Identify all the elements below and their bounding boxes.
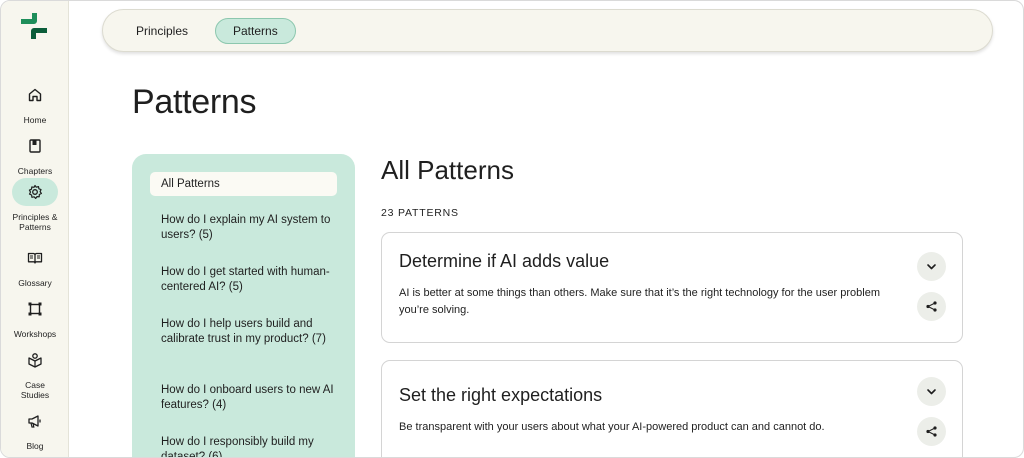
pattern-card[interactable]: Set the right expectations Be transparen… [381,360,963,457]
filter-build-dataset[interactable]: How do I responsibly build my dataset? (… [161,435,341,457]
tab-patterns[interactable]: Patterns [215,18,296,44]
nav-item-chapters[interactable]: Chapters [1,132,69,176]
app-window: Home Chapters Principles & Patterns Glos… [0,0,1024,458]
filter-build-trust[interactable]: How do I help users build and calibrate … [161,317,341,347]
nav-item-label: Chapters [17,166,53,176]
nav-item-label: Glossary [18,278,52,288]
chevron-down-icon [927,264,936,270]
page-title: Patterns [132,83,257,121]
share-icon [926,301,937,312]
nav-item-label: Case Studies [20,380,50,400]
nav-rail: Home Chapters Principles & Patterns Glos… [1,1,69,457]
tab-principles[interactable]: Principles [119,18,205,44]
card-title[interactable]: Set the right expectations [399,385,602,406]
card-description: AI is better at some things than others.… [399,287,880,316]
package-icon [12,346,58,374]
card-description: Be transparent with your users about wha… [399,421,825,433]
pattern-card[interactable]: Determine if AI adds value AI is better … [381,232,963,343]
card-title[interactable]: Determine if AI adds value [399,251,609,272]
nav-item-workshops[interactable]: Workshops [1,295,69,339]
expand-button[interactable] [917,377,946,406]
nav-item-glossary[interactable]: Glossary [1,244,69,288]
megaphone-icon [12,407,58,435]
share-button[interactable] [917,292,946,321]
frame-icon [12,295,58,323]
filter-onboard-users[interactable]: How do I onboard users to new AI feature… [161,383,341,413]
filter-panel: All Patterns How do I explain my AI syst… [132,154,355,457]
filter-explain-ai[interactable]: How do I explain my AI system to users? … [161,213,341,243]
filter-get-started[interactable]: How do I get started with human-centered… [161,265,341,295]
nav-item-label: Blog [26,441,44,451]
nav-item-principles-patterns[interactable]: Principles & Patterns [1,178,69,232]
nav-item-label: Home [23,115,47,125]
nav-item-case-studies[interactable]: Case Studies [1,346,69,400]
open-book-icon [12,244,58,272]
expand-button[interactable] [917,252,946,281]
nav-item-blog[interactable]: Blog [1,407,69,451]
share-icon [926,426,937,437]
chevron-down-icon [927,389,936,395]
share-button[interactable] [917,417,946,446]
pattern-count: 23 PATTERNS [381,207,459,219]
gear-icon [12,178,58,206]
logo-icon[interactable] [21,13,47,39]
nav-item-label: Workshops [13,329,57,339]
book-icon [12,132,58,160]
nav-item-label: Principles & Patterns [12,212,58,232]
section-title: All Patterns [381,155,514,185]
home-icon [12,81,58,109]
nav-item-home[interactable]: Home [1,81,69,125]
section-tabs: Principles Patterns [102,9,993,52]
filter-all-patterns[interactable]: All Patterns [150,172,337,196]
